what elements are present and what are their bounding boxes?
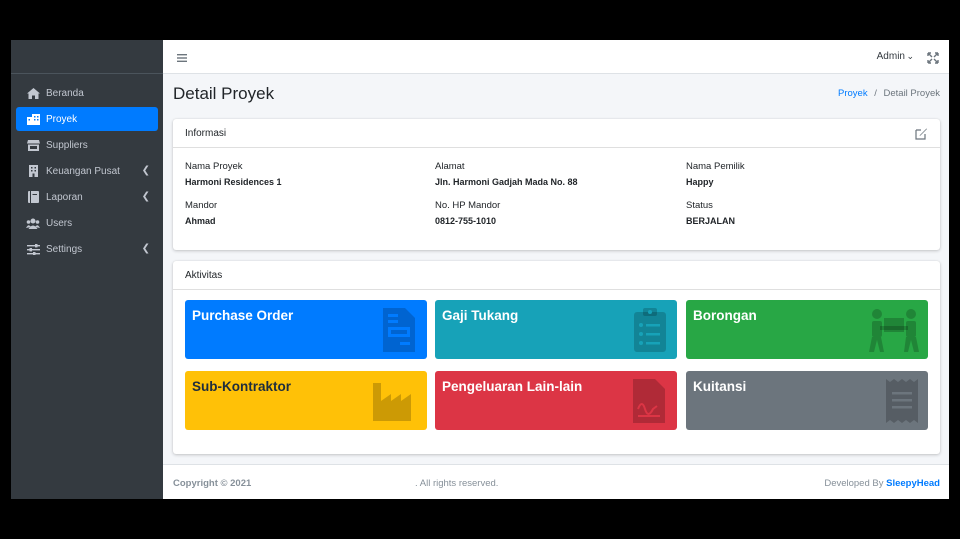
sidebar-item-label: Keuangan Pusat — [46, 165, 120, 177]
chevron-down-icon[interactable]: ⌄ — [906, 51, 914, 62]
footer-copyright: Copyright © 2021 — [173, 478, 252, 489]
info-field: Nama Pemilik Happy — [686, 161, 926, 187]
industry-icon — [373, 383, 411, 421]
chevron-left-icon: ❮ — [141, 165, 150, 176]
user-menu-button[interactable]: Admin — [877, 51, 905, 62]
tile-label: Pengeluaran Lain-lain — [442, 379, 583, 394]
info-field: Status BERJALAN — [686, 200, 926, 226]
hamburger-menu-icon[interactable] — [177, 50, 187, 62]
sidebar-item-keuangan-pusat[interactable]: Keuangan Pusat ❮ — [16, 159, 158, 183]
info-value: Jln. Harmoni Gadjah Mada No. 88 — [435, 177, 578, 187]
info-label: Nama Pemilik — [686, 161, 745, 172]
chevron-left-icon: ❮ — [141, 191, 150, 202]
receipt-icon — [886, 379, 918, 423]
tile-label: Purchase Order — [192, 308, 294, 323]
breadcrumb: Proyek / Detail Proyek — [838, 88, 940, 99]
sidebar-item-label: Beranda — [46, 87, 84, 99]
app-window: Beranda Proyek Suppliers Keuangan Pusat — [11, 40, 949, 499]
page-title: Detail Proyek — [173, 84, 275, 103]
info-label: Status — [686, 200, 713, 211]
info-value: Harmoni Residences 1 — [185, 177, 282, 187]
sidebar-item-label: Settings — [46, 243, 83, 255]
book-icon — [26, 191, 40, 203]
chevron-left-icon: ❮ — [141, 243, 150, 254]
info-value: Happy — [686, 177, 714, 187]
info-card: Informasi Nama Proyek Harmoni Residences… — [173, 119, 940, 250]
info-field: No. HP Mandor 0812-755-1010 — [435, 200, 675, 226]
tile-label: Kuitansi — [693, 379, 747, 394]
sidebar-item-label: Users — [46, 217, 73, 229]
info-label: No. HP Mandor — [435, 200, 501, 211]
info-label: Mandor — [185, 200, 218, 211]
info-field: Mandor Ahmad — [185, 200, 425, 226]
sidebar-item-settings[interactable]: Settings ❮ — [16, 237, 158, 261]
sidebar-item-proyek[interactable]: Proyek — [16, 107, 158, 131]
main-area: Admin ⌄ Detail Proyek Proyek / Detail Pr… — [163, 40, 949, 499]
tile-purchase-order[interactable]: Purchase Order — [185, 300, 427, 359]
footer: Copyright © 2021 . All rights reserved. … — [163, 464, 949, 499]
sidebar-item-label: Laporan — [46, 191, 83, 203]
sidebar-item-laporan[interactable]: Laporan ❮ — [16, 185, 158, 209]
home-icon — [26, 87, 40, 99]
activity-card-header: Aktivitas — [173, 261, 940, 290]
sidebar-item-label: Suppliers — [46, 139, 88, 151]
footer-rights: . All rights reserved. — [415, 478, 499, 489]
info-value: BERJALAN — [686, 216, 736, 226]
tile-borongan[interactable]: Borongan — [686, 300, 928, 359]
sidebar-brand — [11, 40, 163, 74]
footer-dev-link[interactable]: SleepyHead — [886, 478, 940, 489]
activity-card: Aktivitas Purchase Order Gaji Tukang Bor… — [173, 261, 940, 454]
info-card-header: Informasi — [173, 119, 940, 148]
info-value: 0812-755-1010 — [435, 216, 497, 226]
breadcrumb-current: Detail Proyek — [883, 88, 941, 99]
info-value: Ahmad — [185, 216, 216, 226]
tile-label: Sub-Kontraktor — [192, 379, 291, 394]
info-card-title: Informasi — [185, 128, 227, 139]
sliders-icon — [26, 243, 40, 255]
tile-label: Borongan — [693, 308, 757, 323]
building-columns-icon — [26, 165, 40, 177]
activity-card-title: Aktivitas — [185, 270, 223, 281]
footer-developer: Developed By SleepyHead — [824, 478, 940, 489]
fullscreen-icon[interactable] — [927, 51, 939, 64]
sidebar: Beranda Proyek Suppliers Keuangan Pusat — [11, 40, 163, 499]
info-field: Nama Proyek Harmoni Residences 1 — [185, 161, 425, 187]
users-icon — [26, 217, 40, 229]
breadcrumb-separator: / — [874, 88, 877, 99]
tile-gaji-tukang[interactable]: Gaji Tukang — [435, 300, 677, 359]
breadcrumb-link-proyek[interactable]: Proyek — [838, 88, 868, 99]
edit-icon[interactable] — [915, 127, 928, 140]
info-label: Alamat — [435, 161, 465, 172]
store-icon — [26, 139, 40, 151]
file-signature-icon — [633, 379, 665, 423]
tile-sub-kontraktor[interactable]: Sub-Kontraktor — [185, 371, 427, 430]
info-field: Alamat Jln. Harmoni Gadjah Mada No. 88 — [435, 161, 675, 187]
sidebar-item-beranda[interactable]: Beranda — [16, 81, 158, 105]
sidebar-item-suppliers[interactable]: Suppliers — [16, 133, 158, 157]
sidebar-item-users[interactable]: Users — [16, 211, 158, 235]
building-icon — [26, 113, 40, 125]
tile-kuitansi[interactable]: Kuitansi — [686, 371, 928, 430]
sidebar-nav: Beranda Proyek Suppliers Keuangan Pusat — [11, 74, 163, 261]
top-navbar: Admin ⌄ — [163, 40, 949, 74]
clipboard-list-icon — [634, 308, 666, 352]
footer-dev-prefix: Developed By — [824, 478, 884, 489]
sidebar-item-label: Proyek — [46, 113, 78, 125]
file-invoice-icon — [383, 308, 415, 352]
people-carry-icon — [869, 309, 919, 352]
tile-label: Gaji Tukang — [442, 308, 519, 323]
content-header: Detail Proyek Proyek / Detail Proyek — [163, 74, 949, 114]
tile-pengeluaran-lain-lain[interactable]: Pengeluaran Lain-lain — [435, 371, 677, 430]
info-label: Nama Proyek — [185, 161, 243, 172]
